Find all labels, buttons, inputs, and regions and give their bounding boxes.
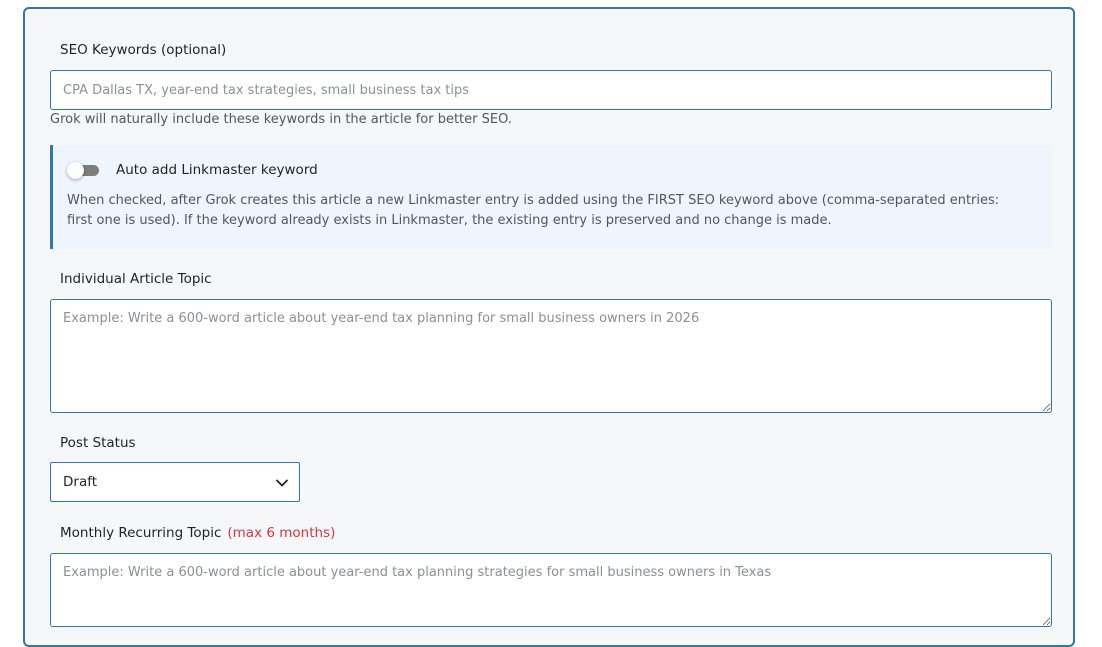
seo-keywords-input[interactable] xyxy=(50,70,1052,110)
linkmaster-toggle-label[interactable]: Auto add Linkmaster keyword xyxy=(116,162,318,178)
monthly-topic-label-text: Monthly Recurring Topic xyxy=(60,525,222,541)
linkmaster-notice: Auto add Linkmaster keyword When checked… xyxy=(50,145,1052,249)
seo-keywords-label: SEO Keywords (optional) xyxy=(60,42,227,58)
linkmaster-description: When checked, after Grok creates this ar… xyxy=(67,193,1000,228)
article-topic-label: Individual Article Topic xyxy=(60,271,212,287)
settings-panel: SEO Keywords (optional) Grok will natura… xyxy=(23,7,1075,647)
monthly-topic-label: Monthly Recurring Topic (max 6 months) xyxy=(60,525,335,541)
post-status-select[interactable]: Draft xyxy=(50,462,300,502)
chevron-down-icon xyxy=(276,479,288,487)
toggle-knob xyxy=(67,162,84,179)
post-status-value: Draft xyxy=(63,474,98,490)
article-topic-textarea[interactable] xyxy=(50,299,1052,413)
seo-keywords-help: Grok will naturally include these keywor… xyxy=(50,112,512,127)
post-status-label: Post Status xyxy=(60,435,136,451)
linkmaster-toggle[interactable] xyxy=(67,162,101,179)
monthly-topic-textarea[interactable] xyxy=(50,553,1052,627)
max-months-note: (max 6 months) xyxy=(227,525,336,541)
